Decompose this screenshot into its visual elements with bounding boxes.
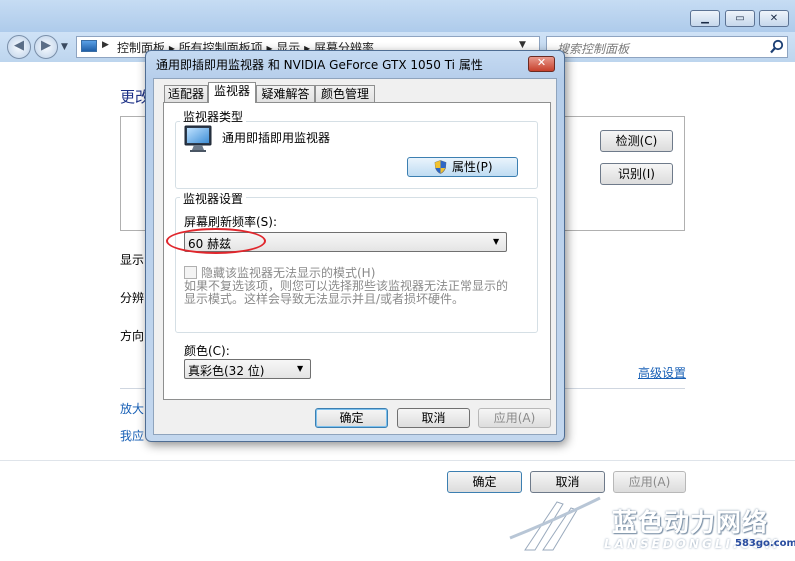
window-close-button[interactable]: ✕ [759,10,789,27]
footer-divider [0,460,795,461]
monitor-settings-group-label: 监视器设置 [180,190,247,207]
window-titlebar [0,0,795,32]
color-depth-select[interactable]: 真彩色(32 位) ▼ [184,359,311,379]
maximize-button[interactable]: ▭ [725,10,755,27]
color-depth-value: 真彩色(32 位) [188,364,265,378]
hide-modes-description: 如果不复选该项，则您可以选择那些该监视器无法正常显示的显示模式。这样会导致无法显… [184,279,509,306]
color-label: 颜色(C): [184,344,230,358]
dialog-title: 通用即插即用监视器 和 NVIDIA GeForce GTX 1050 Ti 属… [156,58,483,72]
back-button[interactable]: ◀ [7,35,31,59]
chevron-down-icon: ▼ [297,364,304,373]
resolution-label: 分辨 [120,291,145,305]
forward-arrow-icon: ▶ [41,38,51,53]
watermark-site: 583go.com [735,538,795,549]
breadcrumb-arrow-icon[interactable]: ▶ [102,40,109,50]
watermark-text: 蓝色动力网络 [612,508,769,537]
maximize-icon: ▭ [735,13,745,24]
monitor-icon [184,125,212,152]
dialog-apply-button[interactable]: 应用(A) [478,408,551,428]
enlarge-text-link[interactable]: 放大 [120,400,144,417]
dialog-ok-button[interactable]: 确定 [315,408,388,428]
tab-color-management[interactable]: 颜色管理 [315,85,375,102]
tab-troubleshoot[interactable]: 疑难解答 [256,85,315,102]
tab-monitor[interactable]: 监视器 [208,82,256,103]
address-dropdown-icon[interactable]: ▼ [519,40,526,50]
orientation-label: 方向 [120,329,145,343]
close-icon: ✕ [536,56,547,69]
advanced-settings-link[interactable]: 高级设置 [638,364,686,381]
minimize-button[interactable]: ▁ [690,10,720,27]
tab-adapter[interactable]: 适配器 [164,85,208,102]
highlight-ellipse [166,228,266,254]
minimize-icon: ▁ [701,13,709,24]
properties-button[interactable]: 属性(P) [407,157,518,177]
watermark-logo-icon [509,496,601,551]
shield-icon [434,160,447,174]
search-input[interactable]: 搜索控制面板 [546,36,788,58]
search-placeholder: 搜索控制面板 [557,42,630,56]
monitor-name: 通用即插即用监视器 [222,131,331,145]
properties-button-label: 属性(P) [452,160,493,174]
refresh-rate-label: 屏幕刷新频率(S): [184,215,278,229]
forward-button[interactable]: ▶ [34,35,58,59]
search-icon[interactable] [769,39,785,55]
apply-button[interactable]: 应用(A) [613,471,686,493]
close-icon: ✕ [769,13,779,24]
history-dropdown-icon[interactable]: ▼ [61,42,73,54]
display-label: 显示 [120,253,145,267]
back-arrow-icon: ◀ [14,38,24,53]
hide-modes-checkbox[interactable] [184,266,197,279]
dialog-close-button[interactable]: ✕ [528,56,555,72]
which-settings-link[interactable]: 我应 [120,427,144,444]
chevron-down-icon: ▼ [493,237,500,246]
dialog-cancel-button[interactable]: 取消 [397,408,470,428]
detect-button[interactable]: 检测(C) [600,130,673,152]
monitor-properties-dialog: 通用即插即用监视器 和 NVIDIA GeForce GTX 1050 Ti 属… [145,50,565,442]
control-panel-icon [81,40,97,52]
identify-button[interactable]: 识别(I) [600,163,673,185]
